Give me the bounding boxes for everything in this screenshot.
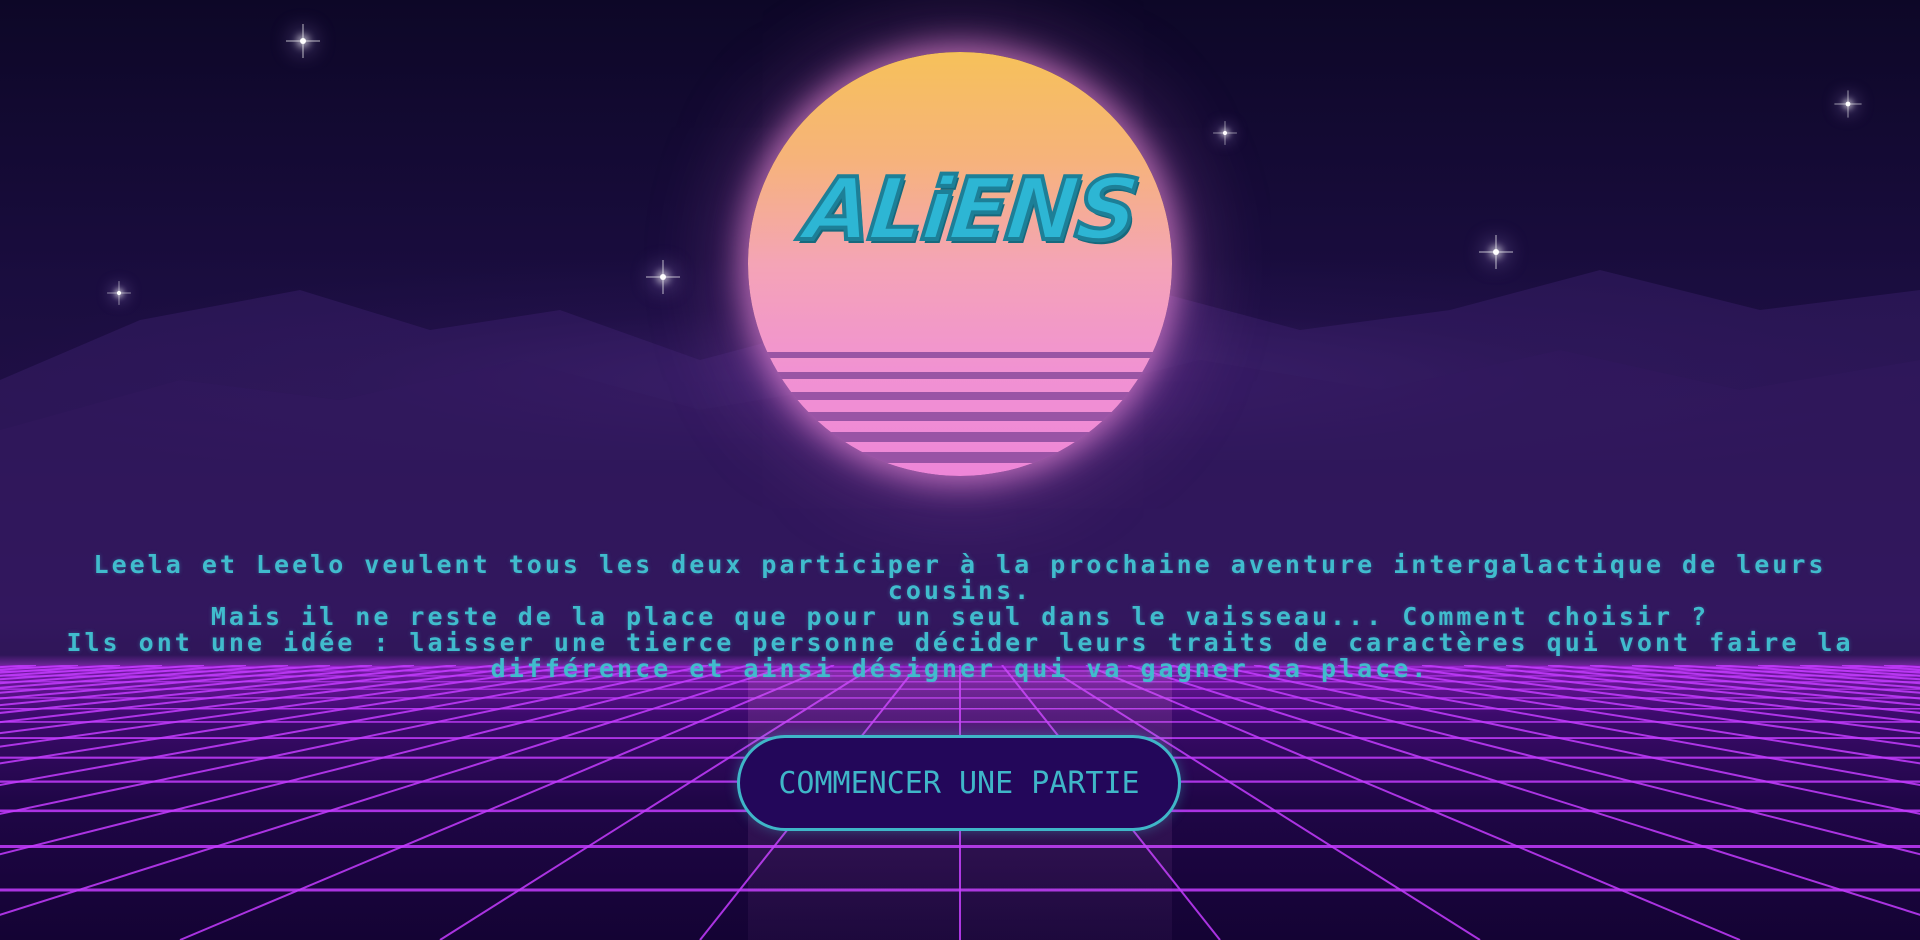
grid-line: [1379, 665, 1920, 735]
star-icon: [1845, 101, 1851, 107]
grid-line: [0, 665, 793, 916]
star-icon: [1493, 249, 1499, 255]
grid-line: [0, 665, 625, 765]
intro-line: Mais il ne reste de la place que pour un…: [210, 602, 1710, 631]
grid-line: [1295, 665, 1920, 765]
grid-line: [0, 665, 751, 856]
grid-line: [0, 665, 667, 787]
grid-line: [0, 665, 205, 681]
grid-line: [1883, 665, 1920, 669]
game-logo: ALiENS: [798, 158, 1144, 262]
game-scene: ALiENS Leela et Leelo veulent tous les d…: [0, 0, 1920, 940]
star-icon: [300, 38, 306, 44]
grid-line: [0, 665, 37, 669]
intro-text: Leela et Leelo veulent tous les deux par…: [60, 552, 1860, 682]
grid-line: [1715, 665, 1920, 681]
star-icon: [1222, 130, 1228, 136]
grid-line: [0, 665, 583, 748]
grid-line: [1127, 665, 1920, 916]
grid-line: [1169, 665, 1920, 856]
intro-line: Leela et Leelo veulent tous les deux par…: [93, 550, 1827, 605]
grid-line: [1337, 665, 1920, 748]
grid-line: [1253, 665, 1920, 787]
sun-icon: [748, 52, 1172, 476]
star-icon: [660, 274, 666, 280]
star-icon: [116, 290, 122, 296]
grid-line: [0, 665, 457, 714]
grid-line: [1463, 665, 1920, 714]
grid-line: [1421, 665, 1920, 724]
grid-line: [0, 665, 541, 735]
start-game-button[interactable]: COMMENCER UNE PARTIE: [737, 735, 1181, 831]
intro-line: Ils ont une idée : laisser une tierce pe…: [66, 628, 1854, 683]
grid-line: [0, 665, 499, 724]
